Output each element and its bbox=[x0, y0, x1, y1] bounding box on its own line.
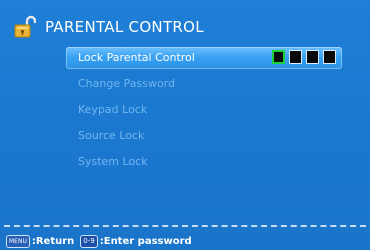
menu-list: Lock Parental Control Change Password Ke… bbox=[66, 47, 342, 177]
page-title: PARENTAL CONTROL bbox=[45, 18, 204, 36]
menu-item-keypad-lock[interactable]: Keypad Lock bbox=[66, 99, 342, 121]
parental-control-screen: PARENTAL CONTROL Lock Parental Control C… bbox=[0, 0, 370, 250]
password-digit-box[interactable] bbox=[306, 50, 319, 64]
menu-item-source-lock[interactable]: Source Lock bbox=[66, 125, 342, 147]
menu-item-label: Change Password bbox=[78, 77, 175, 90]
return-hint: :Return bbox=[31, 235, 75, 247]
menu-item-label: Keypad Lock bbox=[78, 103, 148, 116]
menu-item-lock-parental-control[interactable]: Lock Parental Control bbox=[66, 47, 342, 69]
password-digit-box[interactable] bbox=[289, 50, 302, 64]
menu-item-system-lock[interactable]: System Lock bbox=[66, 151, 342, 173]
password-digit-box[interactable] bbox=[323, 50, 336, 64]
number-key-icon: 0-9 bbox=[80, 234, 98, 248]
footer-divider bbox=[4, 225, 366, 227]
footer-hints: MENU :Return 0-9 :Enter password bbox=[6, 234, 198, 248]
menu-item-label: Source Lock bbox=[78, 129, 145, 142]
menu-item-label: System Lock bbox=[78, 155, 148, 168]
enter-password-hint: :Enter password bbox=[99, 235, 192, 247]
header: PARENTAL CONTROL bbox=[14, 14, 204, 40]
padlock-open-icon bbox=[14, 15, 36, 38]
password-digit-box[interactable] bbox=[272, 50, 285, 64]
password-entry[interactable] bbox=[272, 50, 336, 64]
menu-item-label: Lock Parental Control bbox=[78, 51, 195, 64]
menu-key-icon: MENU bbox=[6, 234, 30, 248]
menu-item-change-password[interactable]: Change Password bbox=[66, 73, 342, 95]
